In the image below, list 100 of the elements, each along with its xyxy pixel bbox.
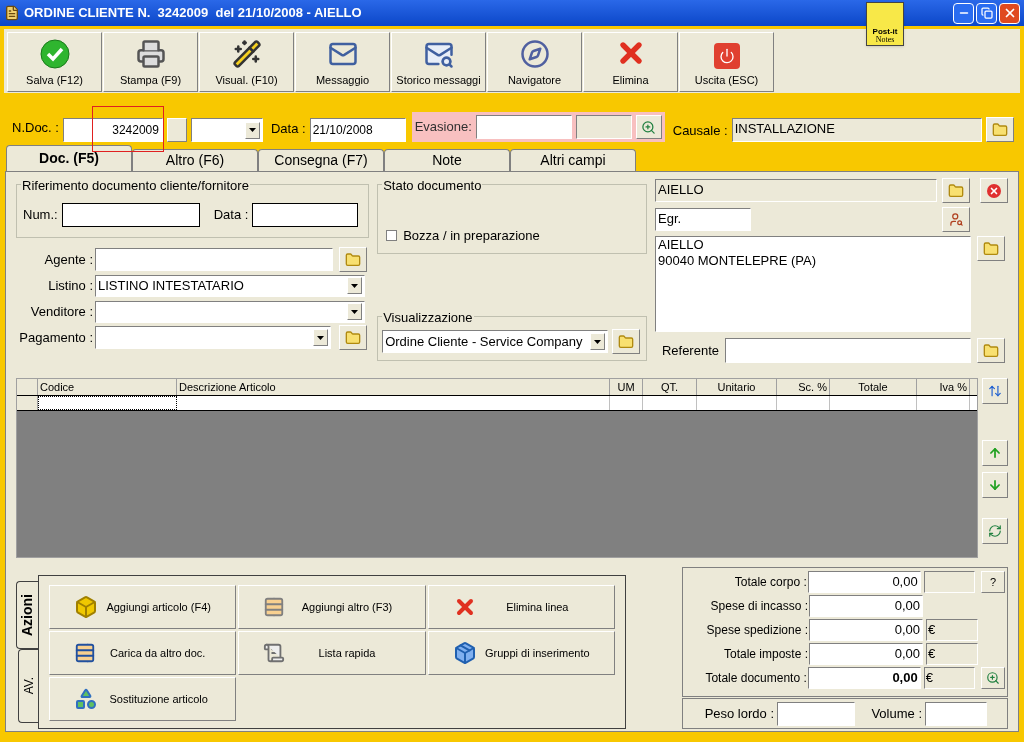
dropdown-arrow-button[interactable] — [313, 329, 328, 346]
refresh-button[interactable] — [982, 518, 1008, 544]
checkbox-label: Bozza / in preparazione — [403, 226, 540, 245]
action-button[interactable]: Aggiungi articolo (F4) — [49, 585, 237, 629]
ndoc-button[interactable] — [166, 118, 187, 142]
total-value-field: 0,00 — [809, 595, 923, 617]
table-cell[interactable] — [38, 396, 177, 410]
total-label: Spese spedizione : — [705, 622, 809, 639]
action-button[interactable]: Carica da altro doc. — [49, 631, 237, 675]
action-button[interactable]: Sostituzione articolo — [49, 677, 237, 721]
causale-field[interactable]: INSTALLAZIONE — [731, 118, 982, 142]
folder-button[interactable] — [339, 247, 367, 272]
folder-icon — [618, 333, 635, 350]
zoom-icon — [986, 671, 1001, 685]
toolbar-button[interactable]: Visual. (F10) — [199, 32, 294, 92]
action-button[interactable]: Lista rapida — [238, 631, 426, 675]
select-field[interactable]: LISTINO INTESTATARIO — [95, 274, 365, 297]
tab[interactable]: Doc. (F5) — [6, 145, 132, 171]
toolbar-button[interactable]: Salva (F12) — [7, 32, 102, 92]
total-label: Spese di incasso : — [709, 598, 809, 615]
address-line: AIELLO — [658, 237, 705, 253]
evasione-label: Evasione: — [414, 118, 472, 137]
toolbar-button[interactable]: Navigatore — [487, 32, 582, 92]
ndoc-field[interactable]: 3242009 — [62, 118, 163, 142]
volume-label: Volume : — [870, 704, 922, 723]
magic-wand-icon — [231, 38, 262, 69]
address-field[interactable]: AIELLO 90040 MONTELEPRE (PA) — [655, 236, 971, 332]
select-field[interactable]: Ordine Cliente - Service Company — [382, 330, 609, 353]
toolbar-button[interactable]: Uscita (ESC) — [679, 32, 774, 92]
field-label: Listino : — [47, 276, 93, 295]
select-field[interactable] — [95, 300, 365, 323]
volume-field[interactable] — [925, 701, 987, 726]
dropdown-arrow-button[interactable] — [347, 303, 362, 320]
checkbox[interactable] — [386, 229, 398, 241]
folder-button[interactable] — [612, 329, 641, 354]
side-tab[interactable]: AV. — [18, 649, 38, 723]
series-dropdown[interactable] — [190, 118, 263, 142]
toolbar-button[interactable]: Messaggio — [295, 32, 390, 92]
data-label: Data : — [270, 119, 306, 138]
toolbar-button[interactable]: Elimina — [583, 32, 678, 92]
peso-field[interactable] — [777, 701, 855, 726]
action-button[interactable]: Aggiungi altro (F3) — [238, 585, 426, 629]
currency-field: € — [926, 619, 978, 641]
check-icon — [39, 38, 70, 69]
salutation-field[interactable]: Egr. — [655, 208, 751, 231]
move-button[interactable] — [982, 378, 1008, 404]
tab[interactable]: Note — [384, 149, 510, 171]
dropdown-arrow-button[interactable] — [347, 277, 362, 294]
select-field[interactable] — [95, 326, 331, 349]
tab[interactable]: Altro (F6) — [132, 149, 258, 171]
post-it-notes-icon[interactable]: Post-it Notes — [866, 2, 904, 46]
currency-field: € — [926, 643, 978, 665]
minimize-button[interactable] — [953, 2, 974, 24]
causale-label: Causale : — [672, 121, 728, 140]
tab[interactable]: Altri campi — [510, 149, 636, 171]
refresh-icon — [988, 524, 1002, 538]
toolbar-button[interactable]: Stampa (F9) — [103, 32, 198, 92]
address-line: 90040 MONTELEPRE (PA) — [658, 253, 817, 269]
move-up-button[interactable] — [982, 440, 1008, 466]
dropdown-arrow-button[interactable] — [244, 121, 260, 139]
dropdown-arrow-button[interactable] — [590, 333, 606, 350]
close-button[interactable] — [999, 2, 1020, 24]
row-header[interactable] — [17, 396, 38, 410]
num-field[interactable] — [61, 203, 200, 227]
date-field[interactable] — [252, 203, 359, 227]
total-value-field: 0,00 — [809, 643, 923, 665]
remove-button[interactable] — [980, 178, 1008, 203]
zoom-button[interactable] — [981, 667, 1005, 689]
zoom-icon — [641, 119, 657, 135]
customer-name-field[interactable]: AIELLO — [655, 179, 937, 202]
folder-icon — [983, 342, 999, 359]
tab[interactable]: Consegna (F7) — [258, 149, 384, 171]
toolbar-button[interactable]: Storico messaggi — [391, 32, 486, 92]
input-field[interactable] — [95, 248, 333, 271]
power-icon — [713, 42, 740, 69]
caret-icon — [594, 339, 602, 344]
restore-button[interactable] — [976, 2, 997, 24]
folder-button[interactable] — [977, 338, 1005, 363]
date-field[interactable]: 21/10/2008 — [309, 118, 406, 142]
post-it-brand: Post-it — [872, 28, 898, 36]
compass-icon — [519, 38, 550, 69]
folder-button[interactable] — [977, 236, 1005, 261]
evasione-field[interactable] — [475, 115, 572, 139]
folder-button[interactable] — [339, 325, 367, 350]
action-button[interactable]: Gruppi di inserimento — [427, 631, 615, 675]
total-value-field: 0,00 — [809, 619, 923, 641]
ndoc-label: N.Doc. : — [12, 118, 59, 137]
side-tab[interactable]: Azioni — [16, 581, 38, 649]
action-button[interactable]: Elimina linea — [427, 585, 615, 629]
referente-field[interactable] — [725, 338, 971, 363]
help-button[interactable]: ? — [981, 571, 1005, 593]
move-down-button[interactable] — [982, 472, 1008, 498]
caret-icon — [317, 335, 324, 340]
field-label: Agente : — [43, 250, 93, 269]
referente-label: Referente — [660, 341, 719, 360]
zoom-button[interactable] — [635, 115, 662, 139]
user-search-button[interactable] — [942, 207, 970, 232]
folder-button[interactable] — [985, 117, 1014, 142]
caret-icon — [351, 309, 358, 314]
folder-button[interactable] — [942, 178, 970, 203]
